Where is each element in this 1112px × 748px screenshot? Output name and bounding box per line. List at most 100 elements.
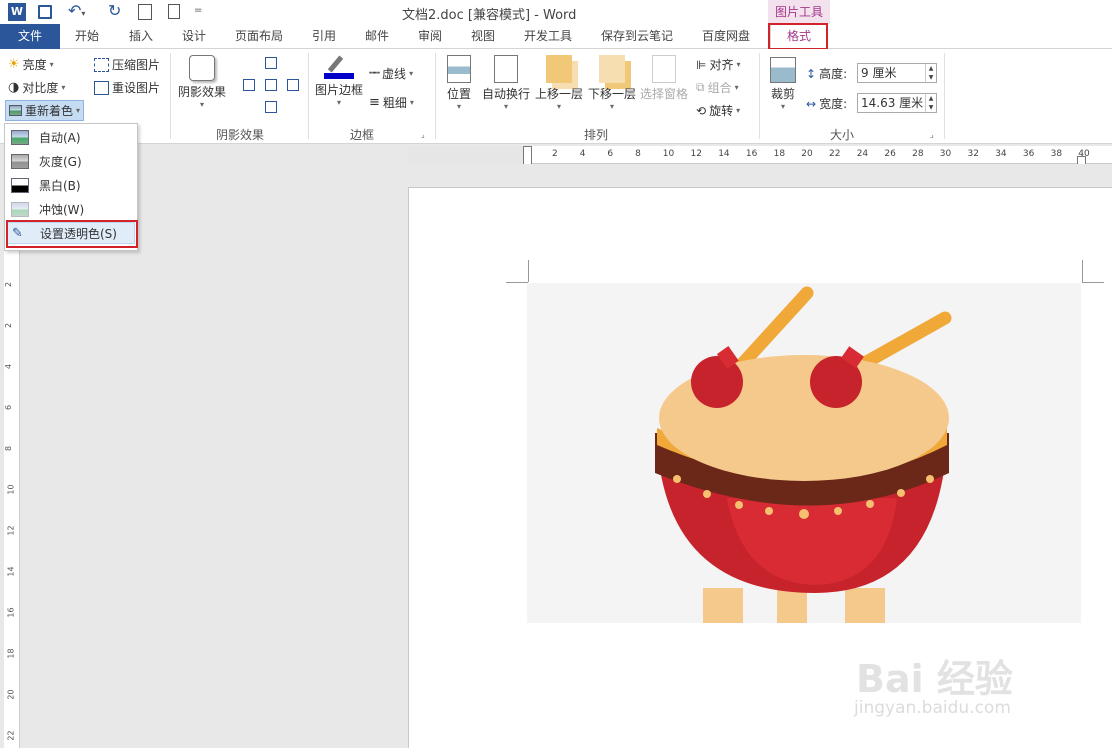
weight-button[interactable]: ≡ 粗细 ▾ [369,94,414,111]
nudge-shadow-up-icon[interactable] [265,57,277,69]
rotate-button[interactable]: ⟲ 旋转 ▾ [696,102,740,119]
window-title: 文档2.doc [兼容模式] - Word [402,8,577,23]
wrap-text-button[interactable]: 自动换行 ▾ [480,55,532,111]
tab-mailings[interactable]: 邮件 [365,24,389,49]
send-backward-icon [599,55,625,83]
tab-page-layout[interactable]: 页面布局 [235,24,283,49]
tab-view[interactable]: 视图 [471,24,495,49]
ruler-tick-label: 16 [745,149,758,159]
group-separator [308,53,309,139]
bring-forward-button[interactable]: 上移一层 ▾ [534,55,584,111]
compress-icon [94,57,109,72]
spinner-arrows-icon[interactable]: ▲ ▼ [925,94,936,112]
tab-design[interactable]: 设计 [182,24,206,49]
dialog-launcher-icon[interactable]: ⌟ [421,130,425,139]
ruler-tick-label: 32 [967,149,979,159]
picture-border-button[interactable]: 图片边框 ▾ [313,55,365,107]
nudge-shadow-right-icon[interactable] [287,79,299,91]
picture-tools-label: 图片工具 [768,0,830,24]
chevron-down-icon: ▾ [199,100,204,109]
shadow-effects-icon [189,55,215,81]
customize-qat-icon[interactable]: = [194,5,202,16]
align-button[interactable]: ⊫ 对齐 ▾ [696,56,740,73]
tab-baidu-netdisk[interactable]: 百度网盘 [702,24,750,49]
page-corner-mark [528,260,529,282]
indent-marker[interactable] [523,146,532,166]
chevron-down-icon: ▾ [76,106,81,115]
tab-home[interactable]: 开始 [75,24,99,49]
tab-insert[interactable]: 插入 [129,24,153,49]
menu-item-grayscale[interactable]: 灰度(G) [7,150,135,172]
wrap-text-icon [494,55,518,83]
align-icon: ⊫ [696,57,707,72]
crop-button[interactable]: 裁剪 ▾ [765,57,801,111]
ruler-tick-label: 6 [4,404,14,411]
brightness-button[interactable]: ☀ 亮度 ▾ [8,56,54,73]
word-app-icon[interactable]: W [8,3,26,21]
chevron-down-icon: ▾ [49,60,54,69]
pencil-icon [324,55,354,79]
ruler-margin-left [408,146,528,164]
ruler-tick-label: 2 [552,149,558,159]
ruler-tick-label: 34 [995,149,1007,159]
recolor-button[interactable]: 重新着色 ▾ [5,100,85,121]
contrast-button[interactable]: ◑ 对比度 ▾ [8,79,65,96]
shadow-toggle-icon[interactable] [265,79,277,91]
chevron-down-icon: ▾ [780,102,785,111]
chevron-down-icon: ▾ [61,83,66,92]
height-input[interactable]: 9 厘米 ▲ ▼ [857,63,937,83]
position-icon [447,55,471,83]
tab-youdao-note[interactable]: 保存到云笔记 [601,24,673,49]
recolor-dropdown-menu: 自动(A) 灰度(G) 黑白(B) 冲蚀(W) ✎ 设置透明色(S) [4,123,138,251]
width-input[interactable]: 14.63 厘米 ▲ ▼ [857,93,937,113]
chevron-down-icon: ▾ [409,98,414,107]
shadow-group-label: 阴影效果 [216,128,265,142]
width-icon: ↔ [806,96,817,111]
page-corner-mark [1082,282,1104,283]
group-objects-button[interactable]: ⧉ 组合 ▾ [696,79,739,96]
group-separator [170,53,171,139]
chevron-down-icon: ▾ [456,102,461,111]
nudge-shadow-left-icon[interactable] [243,79,255,91]
compress-picture-button[interactable]: 压缩图片 [94,56,160,73]
ruler-tick-label: 2 [4,322,14,329]
ruler-tick-label: 16 [6,607,16,618]
ruler-tick-label: 14 [6,566,16,577]
ruler-tick-label: 18 [6,648,16,659]
menu-item-black-white[interactable]: 黑白(B) [7,174,135,196]
tab-references[interactable]: 引用 [312,24,336,49]
shadow-effects-button[interactable]: 阴影效果 ▾ [176,55,228,109]
new-document-icon[interactable] [168,4,180,19]
ruler-tick-label: 8 [4,445,14,452]
reset-picture-button[interactable]: 重设图片 [94,79,160,96]
chevron-down-icon: ▾ [734,83,739,92]
tab-review[interactable]: 审阅 [418,24,442,49]
send-backward-button[interactable]: 下移一层 ▾ [587,55,637,111]
dashes-icon: ┅┅ [369,68,380,79]
ruler-tick-label: 24 [856,149,869,159]
chevron-down-icon: ▾ [736,106,741,115]
drum-picture[interactable] [527,283,1081,623]
print-preview-icon[interactable] [138,4,152,20]
tab-file[interactable]: 文件 [0,24,60,49]
nudge-shadow-down-icon[interactable] [265,101,277,113]
ruler-tick-label: 10 [662,149,675,159]
ruler-tick-label: 4 [579,149,586,159]
save-icon[interactable] [38,5,52,19]
undo-icon[interactable]: ↶▾ [68,1,85,20]
spinner-arrows-icon[interactable]: ▲ ▼ [925,64,936,82]
redo-icon[interactable]: ↻ [108,1,121,20]
ruler-tick-label: 12 [690,149,702,159]
ruler-tick-label: 18 [773,149,786,159]
menu-item-auto[interactable]: 自动(A) [7,126,135,148]
sun-icon: ☀ [8,57,20,72]
ruler-tick-label: 38 [1050,149,1063,159]
selection-pane-button[interactable]: 选择窗格 [640,55,688,102]
dialog-launcher-icon[interactable]: ⌟ [930,130,934,139]
watermark-brand: Bai 经验 [856,657,1013,701]
tab-developer[interactable]: 开发工具 [524,24,572,49]
menu-item-washout[interactable]: 冲蚀(W) [7,198,135,220]
position-button[interactable]: 位置 ▾ [440,55,478,111]
baidu-jingyan-watermark: Bai 经验 jingyan.baidu.com [850,628,1070,728]
dashes-button[interactable]: ┅┅ 虚线 ▾ [369,65,413,82]
